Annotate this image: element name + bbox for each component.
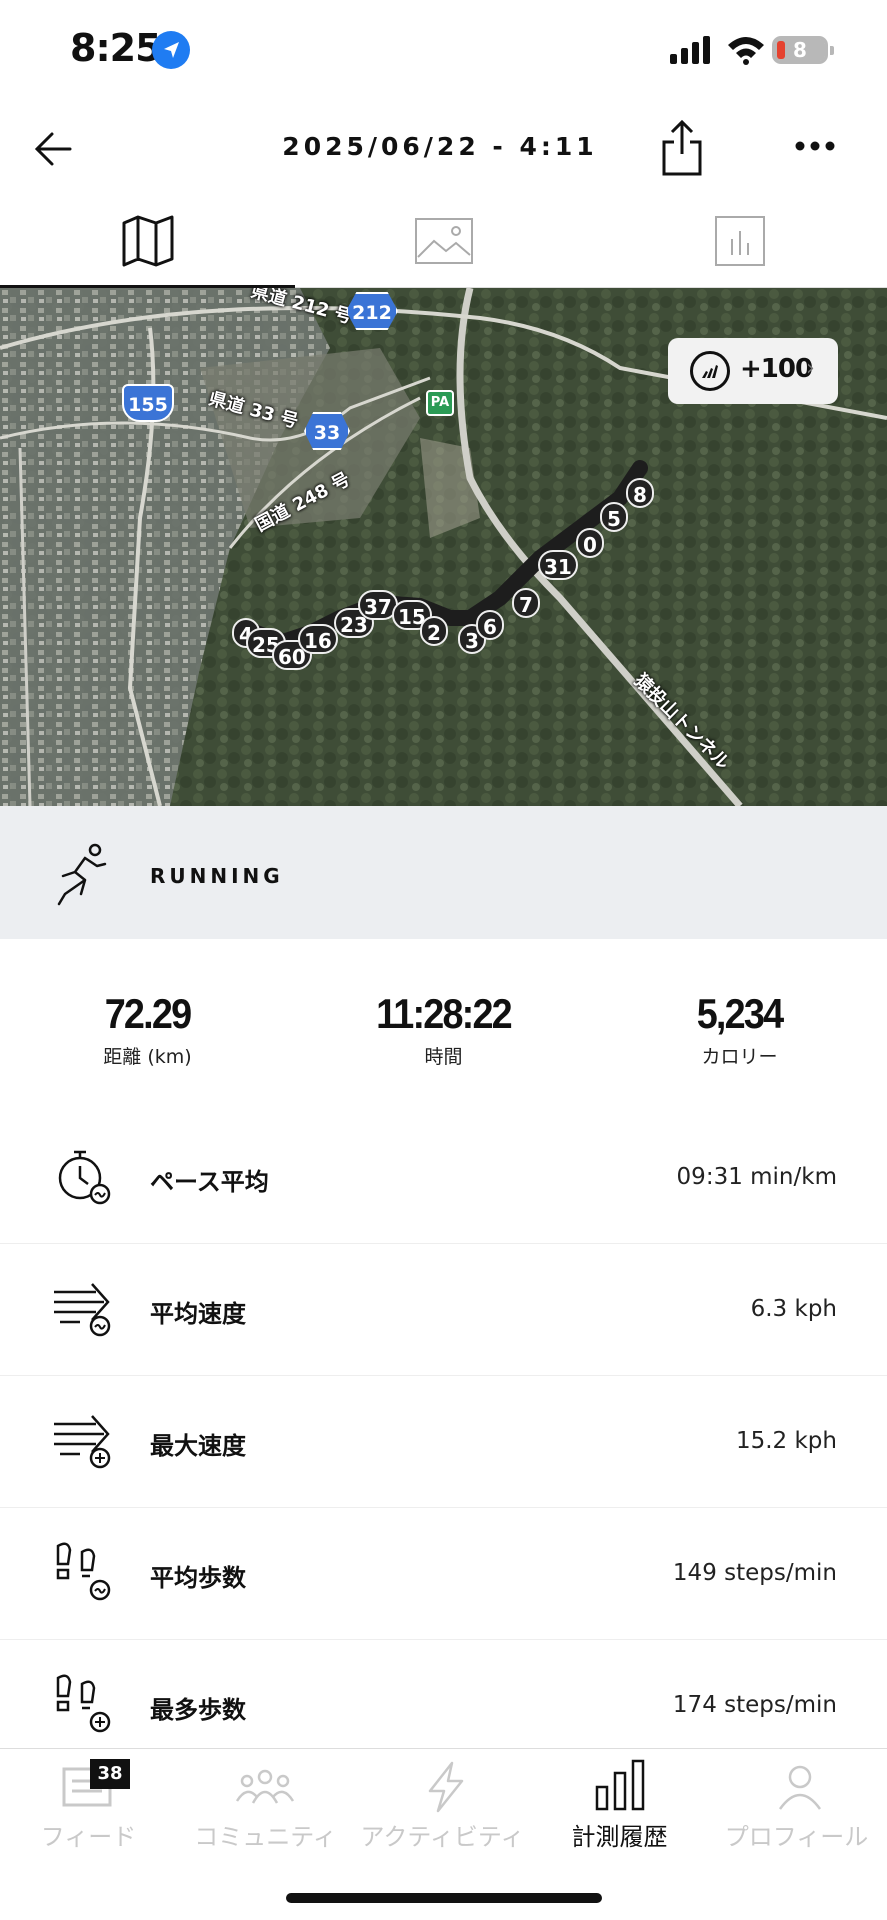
- metric-label: 最大速度: [150, 1432, 246, 1460]
- metric-value: 09:31 min/km: [676, 1164, 837, 1190]
- metric-value: 15.2 kph: [735, 1428, 837, 1454]
- duration-value: 11:28:22: [376, 990, 513, 1037]
- nav-feed[interactable]: 38 フィード: [0, 1749, 177, 1869]
- activity-type-label: RUNNING: [150, 864, 284, 888]
- duration-stat: 11:28:22 時間: [296, 990, 591, 1069]
- activity-type-banner: RUNNING: [0, 806, 887, 939]
- metric-value: 149 steps/min: [672, 1560, 837, 1586]
- pace-stopwatch-icon: [58, 1150, 111, 1205]
- tab-photos[interactable]: [296, 195, 591, 288]
- metric-label: 平均歩数: [150, 1564, 246, 1592]
- tab-stats[interactable]: [592, 195, 887, 288]
- max-speed-icon: [54, 1415, 111, 1469]
- metric-label: 平均速度: [150, 1300, 246, 1328]
- route-km-marker: 31: [538, 550, 578, 580]
- nav-community[interactable]: コミュニティ: [177, 1749, 354, 1869]
- duration-label: 時間: [424, 1046, 463, 1068]
- community-icon: [235, 1769, 295, 1804]
- adidas-points-badge[interactable]: +100 ›: [668, 338, 838, 404]
- metric-row-avg-steps: 平均歩数 149 steps/min: [0, 1508, 887, 1640]
- nav-label: 計測履歴: [571, 1823, 668, 1851]
- nav-label: アクティビティ: [360, 1823, 525, 1851]
- distance-label: 距離 (km): [103, 1046, 192, 1068]
- route-km-marker: 16: [298, 624, 338, 654]
- metric-label: ペース平均: [150, 1168, 269, 1196]
- status-time: 8:25: [70, 26, 162, 70]
- tab-map[interactable]: [0, 195, 295, 288]
- calories-stat: 5,234 カロリー: [592, 990, 887, 1069]
- wifi-icon: [728, 37, 764, 65]
- battery-icon: 8: [772, 36, 834, 64]
- nav-profile[interactable]: プロフィール: [708, 1749, 885, 1869]
- image-icon: [415, 218, 473, 264]
- metric-row-avg-speed: 平均速度 6.3 kph: [0, 1244, 887, 1376]
- activity-bolt-icon: [428, 1761, 464, 1813]
- nav-activity[interactable]: アクティビティ: [354, 1749, 531, 1869]
- status-bar: 8:25 8: [0, 0, 887, 100]
- running-icon: [57, 843, 107, 906]
- home-indicator[interactable]: [286, 1893, 602, 1903]
- metric-value: 6.3 kph: [750, 1296, 837, 1322]
- top-bar: 2025/06/22 - 4:11: [0, 100, 887, 195]
- more-options-icon[interactable]: [790, 126, 840, 166]
- distance-stat: 72.29 距離 (km): [0, 990, 295, 1069]
- route-km-marker: 7: [512, 588, 540, 618]
- route-shield: 33: [304, 412, 350, 450]
- avg-speed-icon: [54, 1283, 111, 1337]
- feed-notification-badge: 38: [90, 1759, 130, 1789]
- route-km-marker: 6: [476, 610, 504, 640]
- points-value: +100: [740, 354, 813, 384]
- route-km-marker: 2: [420, 616, 448, 646]
- max-steps-icon: [56, 1674, 111, 1733]
- cellular-signal-icon: [670, 36, 710, 64]
- chart-icon: [715, 216, 765, 266]
- route-map[interactable]: 県道 212 号 県道 33 号 国道 248 号 猿投山トンネル 212 15…: [0, 288, 887, 806]
- detail-tabs: [0, 195, 887, 288]
- nav-history[interactable]: 計測履歴: [531, 1749, 708, 1869]
- route-shield: 212: [346, 292, 398, 330]
- calories-label: カロリー: [701, 1046, 778, 1068]
- page-title: 2025/06/22 - 4:11: [282, 132, 598, 161]
- route-km-marker: 0: [576, 528, 604, 558]
- avg-steps-icon: [56, 1542, 111, 1601]
- share-icon[interactable]: [660, 118, 704, 178]
- metric-row-pace: ペース平均 09:31 min/km: [0, 1112, 887, 1244]
- map-icon: [122, 215, 174, 267]
- back-arrow-icon[interactable]: [30, 124, 80, 174]
- calories-value: 5,234: [696, 990, 784, 1037]
- nav-label: プロフィール: [724, 1823, 869, 1851]
- route-shield: 155: [122, 384, 174, 422]
- profile-icon: [778, 1765, 822, 1810]
- route-km-marker: 5: [600, 502, 628, 532]
- adidas-logo-icon: [690, 351, 730, 391]
- nav-label: フィード: [40, 1823, 137, 1851]
- parking-area-marker: PA: [426, 390, 454, 416]
- metric-value: 174 steps/min: [672, 1692, 837, 1718]
- history-chart-icon: [595, 1759, 645, 1811]
- route-km-marker: 8: [626, 478, 654, 508]
- chevron-right-icon: ›: [806, 356, 815, 381]
- metric-label: 最多歩数: [150, 1696, 246, 1724]
- location-arrow-icon: [152, 31, 190, 69]
- metric-row-max-speed: 最大速度 15.2 kph: [0, 1376, 887, 1508]
- nav-label: コミュニティ: [194, 1823, 337, 1851]
- distance-value: 72.29: [104, 990, 192, 1037]
